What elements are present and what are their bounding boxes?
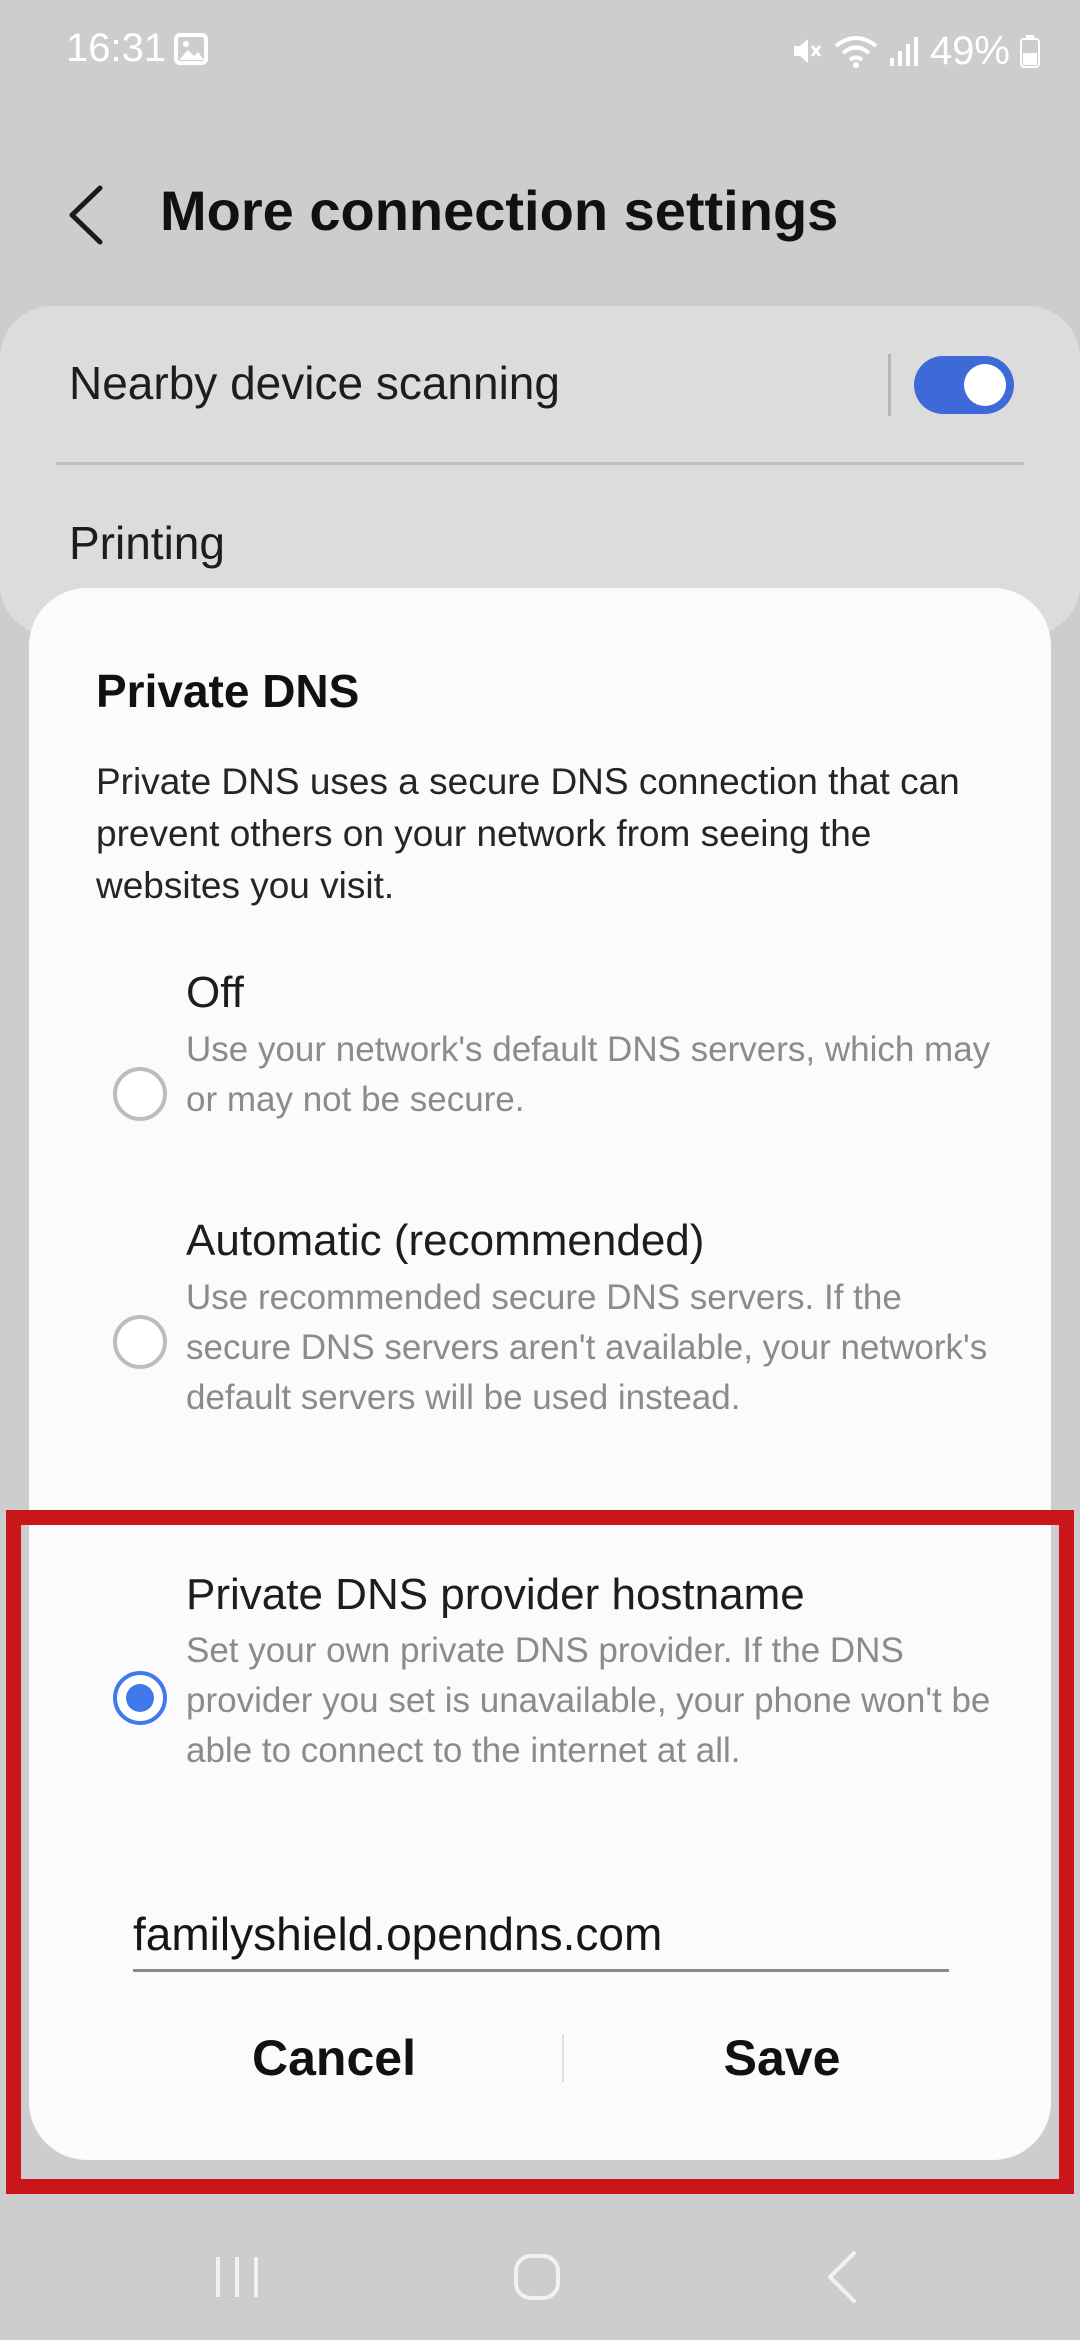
radio-automatic[interactable] <box>113 1315 167 1369</box>
option-title: Automatic (recommended) <box>186 1216 705 1265</box>
highlight-box <box>6 1510 1074 2194</box>
toggle-knob <box>964 364 1006 406</box>
home-icon[interactable] <box>512 2252 562 2302</box>
mute-icon <box>793 39 822 63</box>
option-description: Use your network's default DNS servers, … <box>186 1030 991 1119</box>
status-bar: 16:31 49% <box>0 0 1080 100</box>
radio-off[interactable] <box>113 1067 167 1121</box>
option-title: Off <box>186 968 244 1017</box>
status-time: 16:31 <box>66 26 167 70</box>
dns-option-automatic[interactable]: Automatic (recommended) Use recommended … <box>29 1216 1051 1486</box>
wifi-icon <box>834 36 878 68</box>
chevron-left-icon[interactable] <box>58 180 118 250</box>
divider <box>56 462 1024 465</box>
signal-icon <box>889 37 918 66</box>
battery-percent: 49% <box>929 28 1010 73</box>
printing-label[interactable]: Printing <box>69 516 225 570</box>
recents-icon[interactable] <box>212 2255 262 2299</box>
toggle-divider <box>888 354 891 416</box>
dialog-description: Private DNS uses a secure DNS connection… <box>96 761 960 906</box>
dialog-title: Private DNS <box>96 665 360 717</box>
page-title: More connection settings <box>160 179 839 242</box>
status-icons: 49% <box>790 26 1040 76</box>
option-description: Use recommended secure DNS servers. If t… <box>186 1278 988 1417</box>
nearby-device-scanning-toggle[interactable] <box>914 356 1014 414</box>
gallery-icon <box>174 33 208 65</box>
nearby-device-scanning-label[interactable]: Nearby device scanning <box>69 356 560 410</box>
dns-option-off[interactable]: Off Use your network's default DNS serve… <box>29 968 1051 1168</box>
battery-icon <box>1020 35 1040 68</box>
back-icon[interactable] <box>822 2248 862 2306</box>
